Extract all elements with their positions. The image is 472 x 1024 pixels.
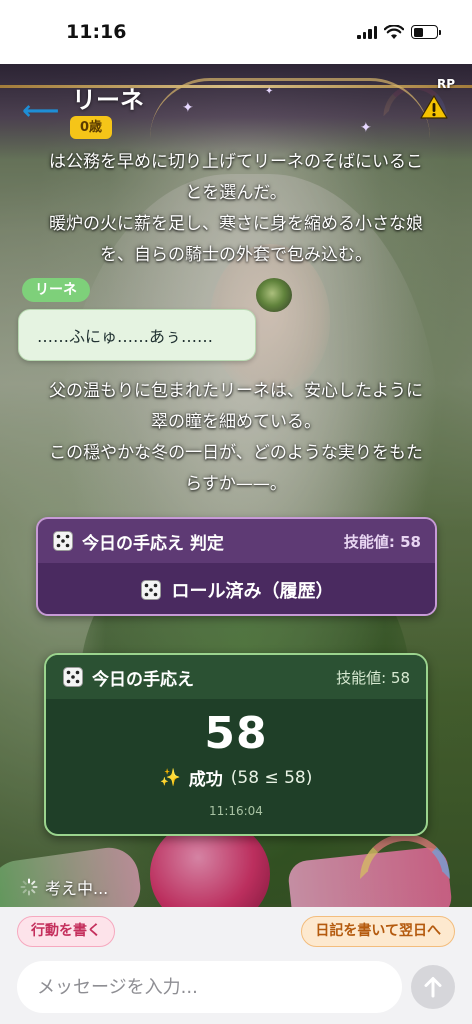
- send-button[interactable]: [411, 965, 455, 1009]
- spinner-icon: [20, 878, 38, 896]
- roll-card-title: 今日の手応え 判定: [82, 533, 224, 554]
- narration-line: らすか——。: [185, 474, 287, 494]
- roll-status-button[interactable]: ロール済み（履歴）: [38, 563, 435, 614]
- status-icons: [357, 24, 441, 40]
- narration-line: 翠の瞳を細めている。: [151, 412, 321, 432]
- message-input[interactable]: [17, 961, 402, 1013]
- write-action-button[interactable]: 行動を書く: [17, 916, 115, 947]
- narration-line: 暖炉の火に薪を足し、寒さに身を縮める小さな娘: [49, 214, 423, 234]
- narration-line: を、自らの騎士の外套で包み込む。: [100, 245, 372, 265]
- back-arrow-icon[interactable]: ⟵: [22, 96, 59, 126]
- status-time: 11:16: [66, 21, 127, 43]
- narration-line: は公務を早めに切り上げてリーネのそばにいるこ: [49, 152, 423, 172]
- result-timestamp: 11:16:04: [209, 804, 263, 818]
- arrow-up-icon: [424, 977, 442, 998]
- narration-line: 父の温もりに包まれたリーネは、安心したように: [49, 381, 423, 401]
- result-outcome-label: 成功: [188, 770, 223, 790]
- thinking-text: 考え中...: [45, 879, 109, 898]
- result-card-title: 今日の手応え: [92, 669, 194, 690]
- result-card-header: 今日の手応え 技能値: 58: [46, 655, 426, 699]
- dice-icon: [53, 531, 73, 551]
- narration-block: は公務を早めに切り上げてリーネのそばにいるこ とを選んだ。 暖炉の火に薪を足し、…: [16, 147, 456, 271]
- sparkle-icon: ✦: [182, 100, 194, 116]
- sparkle-icon: ✦: [360, 120, 372, 136]
- write-diary-next-day-button[interactable]: 日記を書いて翌日へ: [301, 916, 455, 947]
- roll-card: 今日の手応え 判定 技能値: 58 ロール済み（履歴）: [36, 517, 437, 616]
- status-bar: 11:16: [0, 0, 472, 64]
- roll-status-text: ロール済み（履歴）: [171, 580, 334, 602]
- roll-result-value: 58: [204, 708, 268, 759]
- sparkles-icon: ✨: [159, 767, 181, 788]
- rp-label: RP: [437, 77, 456, 91]
- sparkle-icon: ✦: [265, 86, 274, 97]
- composer-bar: 行動を書く 日記を書いて翌日へ: [0, 907, 472, 1024]
- result-card: 今日の手応え 技能値: 58 58 ✨ 成功 (58 ≤ 58) 11:16:0…: [44, 653, 428, 836]
- age-badge: 0歳: [70, 116, 113, 139]
- thinking-indicator: 考え中...: [20, 875, 108, 899]
- dice-icon: [63, 667, 83, 687]
- dice-icon: [140, 579, 161, 600]
- roll-skill-value: 技能値: 58: [343, 532, 421, 551]
- cellular-signal-icon: [357, 25, 377, 39]
- warning-icon[interactable]: [420, 94, 448, 120]
- speaker-tag: リーネ: [22, 278, 90, 302]
- speech-bubble: ……ふにゅ……あぅ……: [18, 309, 256, 361]
- battery-icon: [411, 25, 441, 39]
- narration-line: とを選んだ。: [185, 183, 287, 203]
- narration-line: この穏やかな冬の一日が、どのような実りをもた: [49, 443, 423, 463]
- result-outcome: ✨ 成功 (58 ≤ 58): [46, 765, 426, 791]
- narration-block: 父の温もりに包まれたリーネは、安心したように 翠の瞳を細めている。 この穏やかな…: [16, 376, 456, 500]
- result-skill-value: 技能値: 58: [336, 668, 410, 687]
- character-name: リーネ: [72, 86, 144, 114]
- speech-text: ……ふにゅ……あぅ……: [37, 327, 214, 346]
- roll-card-header: 今日の手応え 判定 技能値: 58: [38, 519, 435, 563]
- wifi-icon: [384, 24, 404, 39]
- result-outcome-detail: (58 ≤ 58): [230, 767, 313, 788]
